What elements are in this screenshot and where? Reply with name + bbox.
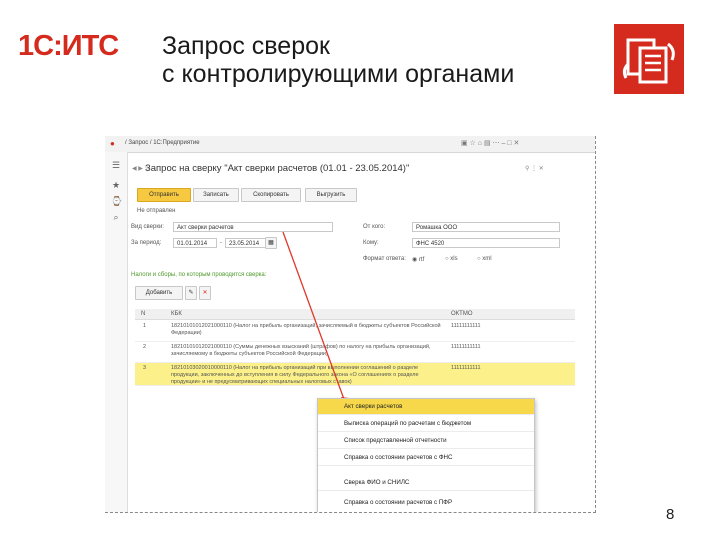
dropdown-item[interactable]: Сверка ФИО и СНИЛС [318, 475, 534, 491]
page-number: 8 [666, 506, 675, 523]
app-screenshot: ● / Запрос / 1С:Предприятие ▣ ☆ ⌂ ▤ ⋯ – … [105, 136, 596, 513]
slide-title-line1: Запрос сверок [162, 32, 330, 60]
dropdown-item[interactable]: Список представленной отчетности [318, 433, 534, 449]
its-logo: 1С:ИТС [18, 30, 119, 62]
slide-title: Запрос сверок с контролирующими органами [162, 32, 514, 88]
dropdown-item[interactable]: Справка о состоянии расчетов с ФНС [318, 450, 534, 466]
dropdown-item[interactable]: Акт сверки расчетов [318, 399, 534, 415]
request-type-dropdown: Акт сверки расчетов Выписка операций по … [317, 398, 535, 512]
dropdown-item[interactable]: Справка о состоянии расчетов с ПФР [318, 495, 534, 511]
document-exchange-icon [614, 24, 684, 94]
dropdown-item[interactable]: Выписка операций по расчетам с бюджетом [318, 416, 534, 432]
slide-title-line2: с контролирующими органами [162, 60, 515, 88]
